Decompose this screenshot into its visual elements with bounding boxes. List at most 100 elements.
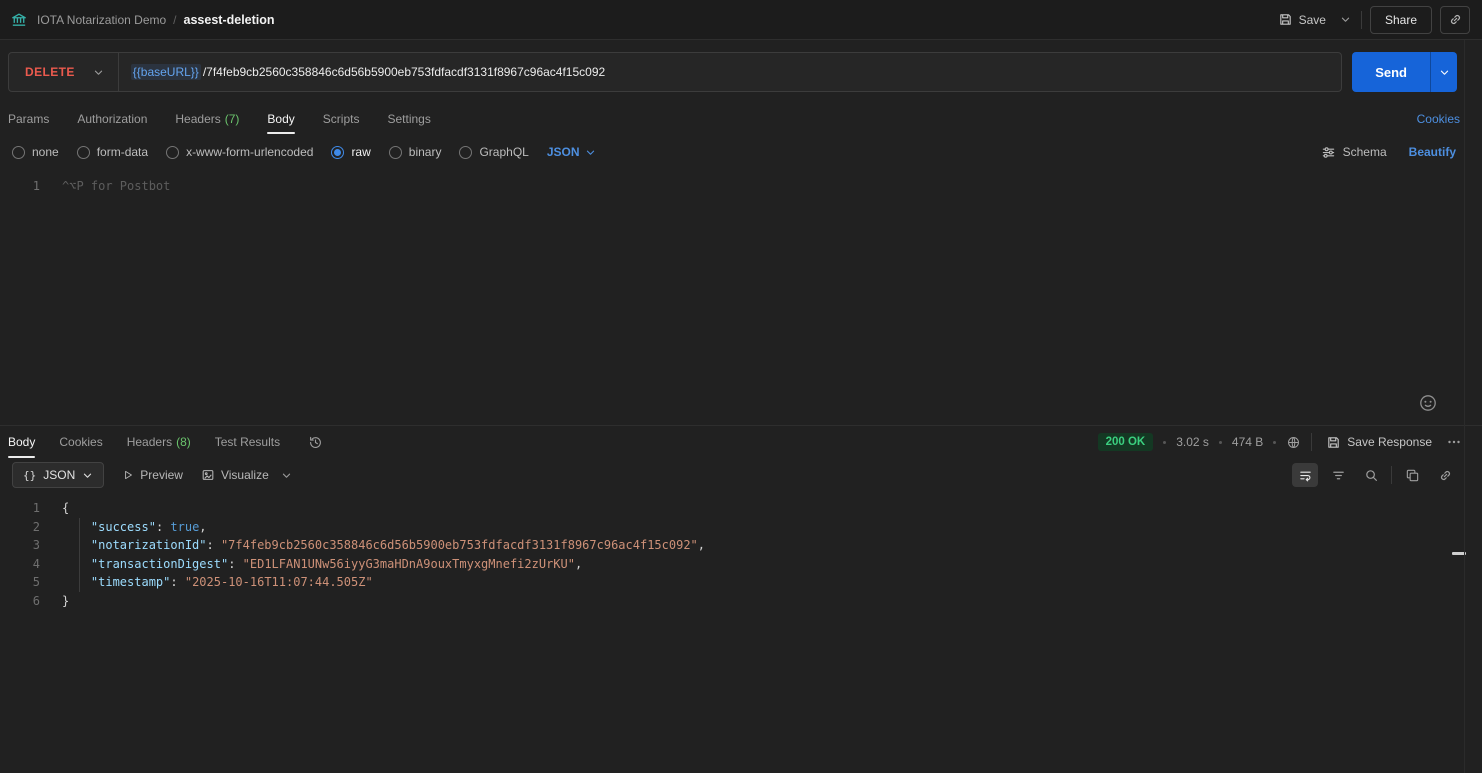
meta-dot (1273, 441, 1276, 444)
url-input[interactable]: {{baseURL}} /7f4feb9cb2560c358846c6d56b5… (119, 53, 1341, 91)
url-variable[interactable]: {{baseURL}} (131, 64, 201, 80)
postbot-icon (1418, 393, 1438, 413)
method-label: DELETE (25, 65, 75, 79)
radio-raw[interactable]: raw (331, 145, 370, 159)
link-icon (1448, 12, 1463, 27)
method-selector[interactable]: DELETE (9, 53, 119, 91)
workspace-logo-icon[interactable] (10, 11, 28, 29)
save-icon (1326, 435, 1341, 450)
tab-label: Headers (127, 435, 172, 449)
meta-divider (1311, 433, 1312, 451)
schema-button[interactable]: Schema (1321, 145, 1387, 160)
tab-label: Settings (387, 112, 430, 126)
response-time[interactable]: 3.02 s (1176, 435, 1209, 449)
save-options-chevron[interactable] (1338, 10, 1353, 29)
tab-headers[interactable]: Headers(7) (175, 104, 239, 134)
radio-label: none (32, 145, 59, 159)
radio-label: GraphQL (479, 145, 528, 159)
play-icon (122, 469, 134, 481)
copy-button[interactable] (1399, 463, 1425, 487)
header-divider (1361, 11, 1362, 29)
response-header: Body Cookies Headers(8) Test Results 200… (0, 426, 1482, 458)
breadcrumb-request-name[interactable]: assest-deletion (184, 13, 275, 27)
tab-params[interactable]: Params (8, 104, 49, 134)
radio-none[interactable]: none (12, 145, 59, 159)
filter-icon (1331, 468, 1346, 483)
radio-icon (166, 146, 179, 159)
share-label: Share (1385, 13, 1417, 27)
tab-scripts[interactable]: Scripts (323, 104, 360, 134)
breadcrumb-group: IOTA Notarization Demo / assest-deletion (10, 11, 275, 29)
header-actions: Save Share (1274, 6, 1470, 34)
tab-authorization[interactable]: Authorization (77, 104, 147, 134)
line-number: 1 (0, 177, 40, 196)
postbot-button[interactable] (1418, 393, 1438, 413)
beautify-button[interactable]: Beautify (1409, 145, 1456, 159)
line-number: 1 (0, 499, 40, 518)
save-response-button[interactable]: Save Response (1322, 431, 1436, 454)
request-tabs: Params Authorization Headers(7) Body Scr… (0, 104, 1482, 134)
body-language-selector[interactable]: JSON (547, 145, 596, 159)
response-toolbar-right (1292, 463, 1458, 487)
response-tab-test-results[interactable]: Test Results (215, 426, 280, 458)
language-label: JSON (547, 145, 580, 159)
visualize-options-chevron[interactable] (281, 470, 292, 481)
radio-label: form-data (97, 145, 148, 159)
send-button[interactable]: Send (1352, 52, 1430, 92)
radio-form-data[interactable]: form-data (77, 145, 148, 159)
response-meta: 200 OK 3.02 s 474 B (1098, 431, 1462, 454)
status-badge[interactable]: 200 OK (1098, 433, 1154, 451)
chevron-down-icon (585, 147, 596, 158)
save-button[interactable]: Save (1274, 8, 1330, 31)
response-body-editor[interactable]: 1{2 "success": true,3 "notarizationId": … (0, 492, 1482, 773)
visualize-button[interactable]: Visualize (201, 468, 269, 482)
tab-body[interactable]: Body (267, 104, 294, 134)
radio-graphql[interactable]: GraphQL (459, 145, 528, 159)
visualize-label: Visualize (221, 468, 269, 482)
copy-icon (1405, 468, 1420, 483)
scrollbar-track[interactable] (1464, 40, 1465, 773)
toolbar-divider (1391, 466, 1392, 484)
wrap-text-button[interactable] (1292, 463, 1318, 487)
ellipsis-icon (1446, 434, 1462, 450)
radio-binary[interactable]: binary (389, 145, 442, 159)
breadcrumb-workspace[interactable]: IOTA Notarization Demo (37, 13, 166, 27)
response-size[interactable]: 474 B (1232, 435, 1263, 449)
code-content: "notarizationId": "7f4feb9cb2560c358846c… (40, 536, 705, 555)
response-toolbar: {} JSON Preview Visualize (0, 458, 1482, 492)
cookies-link[interactable]: Cookies (1417, 112, 1460, 126)
response-history-button[interactable] (308, 435, 323, 450)
copy-link-button[interactable] (1440, 6, 1470, 34)
search-button[interactable] (1358, 463, 1384, 487)
more-actions-button[interactable] (1446, 434, 1462, 450)
filter-button[interactable] (1325, 463, 1351, 487)
tab-label: Body (8, 435, 35, 449)
response-tab-headers[interactable]: Headers(8) (127, 426, 191, 458)
code-content: "success": true, (40, 518, 207, 537)
code-line: 2 "success": true, (0, 518, 1482, 537)
tab-settings[interactable]: Settings (387, 104, 430, 134)
response-format-label: JSON (43, 468, 75, 482)
send-options-chevron[interactable] (1430, 52, 1457, 92)
line-number: 4 (0, 555, 40, 574)
preview-button[interactable]: Preview (122, 468, 183, 482)
send-button-group: Send (1352, 52, 1457, 92)
radio-x-www-form-urlencoded[interactable]: x-www-form-urlencoded (166, 145, 313, 159)
response-format-selector[interactable]: {} JSON (12, 462, 104, 488)
line-number: 5 (0, 573, 40, 592)
chevron-down-icon (281, 470, 292, 481)
share-button[interactable]: Share (1370, 6, 1432, 34)
radio-label: raw (351, 145, 370, 159)
chevron-down-icon (1439, 67, 1450, 78)
indent-guide (79, 518, 80, 592)
share-response-link-button[interactable] (1432, 463, 1458, 487)
meta-dot (1163, 441, 1166, 444)
code-line: 6} (0, 592, 1482, 611)
breadcrumb: IOTA Notarization Demo / assest-deletion (37, 13, 275, 27)
response-tab-body[interactable]: Body (8, 426, 35, 458)
code-line: 4 "transactionDigest": "ED1LFAN1UNw56iyy… (0, 555, 1482, 574)
response-tab-cookies[interactable]: Cookies (59, 426, 102, 458)
network-globe-button[interactable] (1286, 435, 1301, 450)
request-body-editor[interactable]: 1 ^⌥P for Postbot (0, 170, 1482, 425)
request-bar: DELETE {{baseURL}} /7f4feb9cb2560c358846… (0, 40, 1482, 104)
